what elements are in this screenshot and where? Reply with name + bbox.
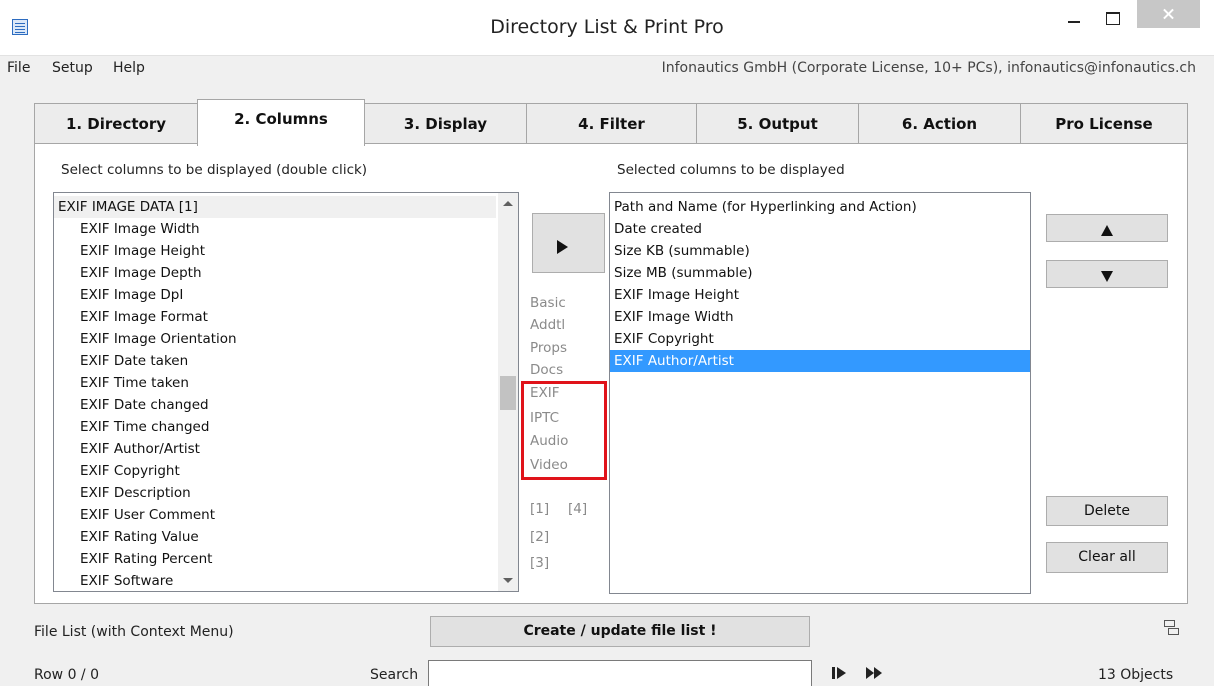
search-label: Search (370, 667, 419, 683)
category-docs[interactable]: Docs (530, 362, 563, 378)
tab-output[interactable]: 5. Output (696, 103, 859, 144)
create-file-list-button[interactable]: Create / update file list ! (430, 616, 810, 647)
page-link-2[interactable]: [2] (530, 529, 549, 545)
license-info: Infonautics GmbH (Corporate License, 10+… (661, 60, 1196, 76)
tab-filter[interactable]: 4. Filter (526, 103, 697, 144)
list-item[interactable]: EXIF Image Format (54, 306, 208, 328)
menu-help[interactable]: Help (113, 60, 145, 76)
add-column-button[interactable] (532, 213, 605, 273)
list-item[interactable]: EXIF Rating Percent (54, 548, 212, 570)
list-item[interactable]: EXIF Image Width (54, 218, 200, 240)
list-item[interactable]: EXIF Image Width (614, 306, 1030, 328)
selected-columns-label: Selected columns to be displayed (617, 162, 845, 178)
list-item[interactable]: EXIF Description (54, 482, 191, 504)
list-item[interactable]: EXIF Time changed (54, 416, 209, 438)
tree-view-icon[interactable] (1164, 620, 1179, 635)
tab-directory[interactable]: 1. Directory (34, 103, 198, 144)
page-link-1[interactable]: [1] (530, 501, 549, 517)
list-item[interactable]: EXIF User Comment (54, 504, 215, 526)
scroll-down-icon[interactable] (503, 578, 513, 583)
find-all-button[interactable] (862, 660, 888, 686)
list-item-selected[interactable]: EXIF Author/Artist (610, 350, 1030, 372)
move-up-button[interactable] (1046, 214, 1168, 242)
list-item[interactable]: EXIF Image Depth (54, 262, 202, 284)
list-item[interactable]: EXIF Rating Value (54, 526, 199, 548)
fast-forward-icon (866, 667, 882, 679)
list-item[interactable]: Size KB (summable) (614, 240, 1030, 262)
list-group-header[interactable]: EXIF IMAGE DATA [1] (54, 196, 496, 218)
menu-file[interactable]: File (7, 60, 30, 76)
category-props[interactable]: Props (530, 340, 567, 356)
available-columns-label: Select columns to be displayed (double c… (61, 162, 368, 178)
list-item[interactable]: EXIF Image Height (54, 240, 205, 262)
object-count: 13 Objects (1098, 667, 1174, 683)
file-list-label: File List (with Context Menu) (34, 624, 234, 640)
category-addtl[interactable]: Addtl (530, 317, 565, 333)
clear-all-button[interactable]: Clear all (1046, 542, 1168, 573)
list-item[interactable]: EXIF Copyright (614, 328, 1030, 350)
list-item[interactable]: EXIF Image Orientation (54, 328, 237, 350)
menu-bar: File Setup Help Infonautics GmbH (Corpor… (0, 56, 1214, 82)
list-item[interactable]: EXIF Software (54, 570, 173, 591)
list-item[interactable]: EXIF Date taken (54, 350, 188, 372)
window-title: Directory List & Print Pro (490, 16, 724, 38)
page-link-4[interactable]: [4] (568, 501, 587, 517)
available-columns-list[interactable]: EXIF IMAGE DATA [1] EXIF Image Width EXI… (53, 192, 519, 592)
move-down-button[interactable] (1046, 260, 1168, 288)
title-bar: Directory List & Print Pro (0, 0, 1214, 56)
available-list-scrollbar[interactable] (498, 193, 518, 591)
delete-button[interactable]: Delete (1046, 496, 1168, 526)
tab-pro-license[interactable]: Pro License (1020, 103, 1188, 144)
maximize-icon[interactable] (1098, 6, 1126, 32)
scroll-thumb[interactable] (500, 376, 516, 410)
find-next-icon (832, 667, 846, 679)
find-next-button[interactable] (826, 660, 852, 686)
tab-action[interactable]: 6. Action (858, 103, 1021, 144)
list-item[interactable]: EXIF Copyright (54, 460, 180, 482)
arrow-up-icon (1101, 225, 1113, 236)
close-icon[interactable] (1137, 0, 1200, 28)
scroll-up-icon[interactable] (503, 201, 513, 206)
menu-setup[interactable]: Setup (52, 60, 93, 76)
category-basic[interactable]: Basic (530, 295, 566, 311)
row-counter: Row 0 / 0 (34, 667, 99, 683)
list-item[interactable]: EXIF Date changed (54, 394, 209, 416)
list-item[interactable]: Date created (614, 218, 1030, 240)
list-item[interactable]: EXIF Time taken (54, 372, 189, 394)
search-input[interactable] (428, 660, 812, 686)
list-item[interactable]: Size MB (summable) (614, 262, 1030, 284)
list-item[interactable]: Path and Name (for Hyperlinking and Acti… (614, 196, 1030, 218)
arrow-down-icon (1101, 271, 1113, 282)
list-item[interactable]: EXIF Image DpI (54, 284, 183, 306)
selected-columns-list[interactable]: Path and Name (for Hyperlinking and Acti… (609, 192, 1031, 594)
page-link-3[interactable]: [3] (530, 555, 549, 571)
list-item[interactable]: EXIF Image Height (614, 284, 1030, 306)
list-item[interactable]: EXIF Author/Artist (54, 438, 200, 460)
tab-display[interactable]: 3. Display (364, 103, 527, 144)
play-arrow-icon (557, 240, 568, 254)
highlight-box (521, 381, 607, 480)
tab-columns[interactable]: 2. Columns (197, 99, 365, 146)
minimize-icon[interactable] (1060, 6, 1088, 32)
